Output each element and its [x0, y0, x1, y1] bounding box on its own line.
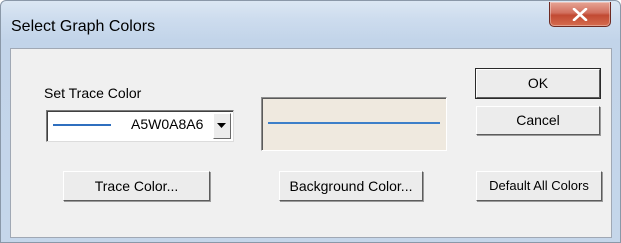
trace-line-swatch: [53, 124, 111, 126]
dialog-body: Set Trace Color A5W0A8A6 OK Cancel Trace…: [10, 48, 612, 238]
close-button[interactable]: [549, 2, 611, 27]
background-color-button[interactable]: Background Color...: [279, 171, 423, 201]
chevron-down-icon: [217, 123, 226, 128]
default-all-colors-button[interactable]: Default All Colors: [476, 171, 602, 201]
dropdown-arrow-button[interactable]: [213, 113, 231, 139]
cancel-button[interactable]: Cancel: [476, 106, 600, 135]
trace-color-button[interactable]: Trace Color...: [63, 171, 210, 201]
ok-button[interactable]: OK: [475, 68, 601, 99]
preview-trace-line: [268, 122, 440, 124]
trace-color-dropdown[interactable]: A5W0A8A6: [46, 110, 234, 142]
dialog-window: Select Graph Colors Set Trace Color A5W0…: [0, 0, 621, 243]
title-bar[interactable]: Select Graph Colors: [1, 1, 620, 47]
dialog-title: Select Graph Colors: [11, 18, 156, 35]
trace-color-value: A5W0A8A6: [131, 116, 204, 132]
set-trace-color-label: Set Trace Color: [44, 85, 142, 101]
color-preview-panel: [261, 97, 447, 151]
close-icon: [572, 8, 588, 21]
